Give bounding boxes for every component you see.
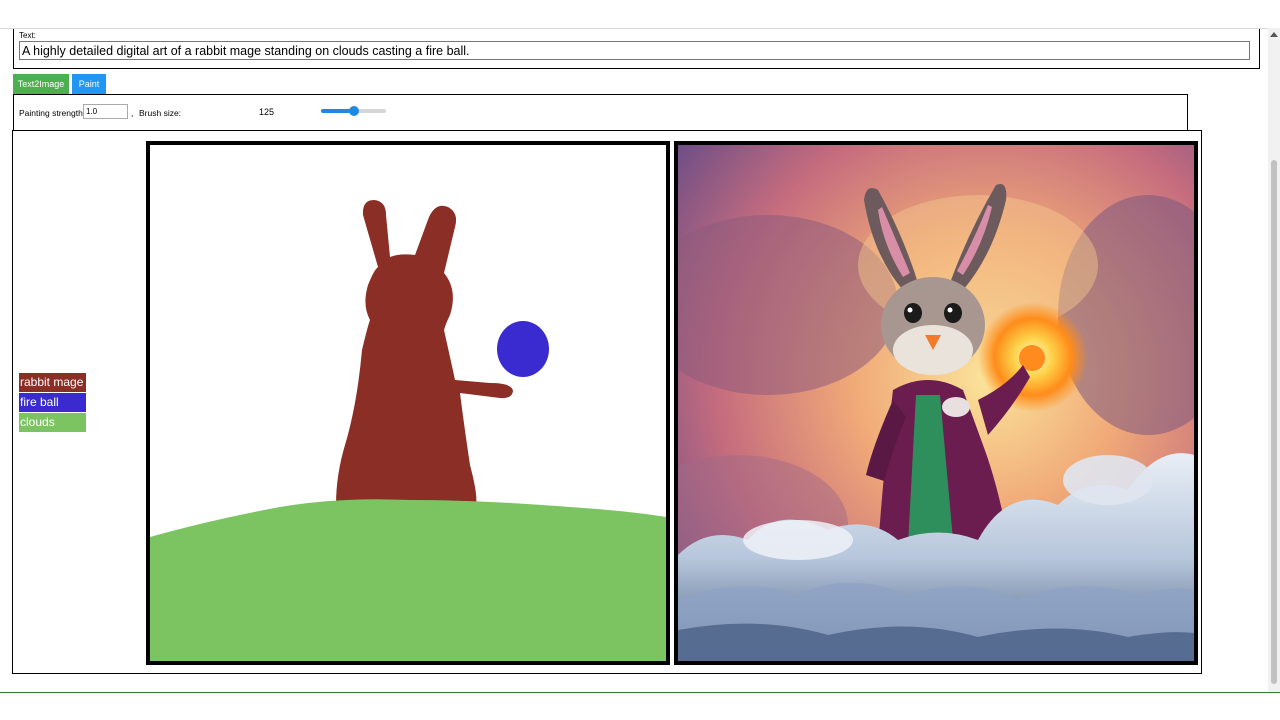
tab-paint[interactable]: Paint (72, 74, 106, 94)
text-prompt-section: Text: (13, 29, 1260, 69)
top-bar (0, 0, 1280, 29)
legend-item-clouds[interactable]: clouds (19, 413, 86, 432)
generated-image (674, 141, 1198, 665)
brush-size-value: 125 (259, 107, 275, 117)
generated-artwork (678, 145, 1194, 661)
text-label: Text: (19, 31, 36, 40)
scrollbar-thumb[interactable] (1271, 160, 1277, 684)
sketch-clouds-shape (150, 499, 666, 661)
brush-size-label: Brush size: (139, 108, 182, 118)
slider-thumb[interactable] (348, 106, 359, 116)
label-legend: rabbit mage fire ball clouds (19, 373, 86, 433)
separator-comma: , (131, 108, 134, 118)
brush-size-slider[interactable] (321, 106, 386, 116)
painting-strength-input[interactable] (83, 104, 128, 119)
paint-controls: Painting strength: , Brush size: 125 (13, 94, 1188, 131)
sketch-fire-ball-shape (497, 321, 549, 377)
sketch-drawing (150, 145, 666, 661)
tab-text2image[interactable]: Text2Image (13, 74, 69, 94)
bottom-divider (0, 692, 1280, 693)
legend-item-fire-ball[interactable]: fire ball (19, 393, 86, 412)
painting-strength-label: Painting strength: (19, 108, 86, 118)
chevron-up-icon[interactable] (1270, 32, 1278, 37)
paint-canvas[interactable] (146, 141, 670, 665)
legend-item-rabbit-mage[interactable]: rabbit mage (19, 373, 86, 392)
vertical-scrollbar[interactable] (1268, 28, 1280, 692)
prompt-input[interactable] (19, 41, 1250, 60)
